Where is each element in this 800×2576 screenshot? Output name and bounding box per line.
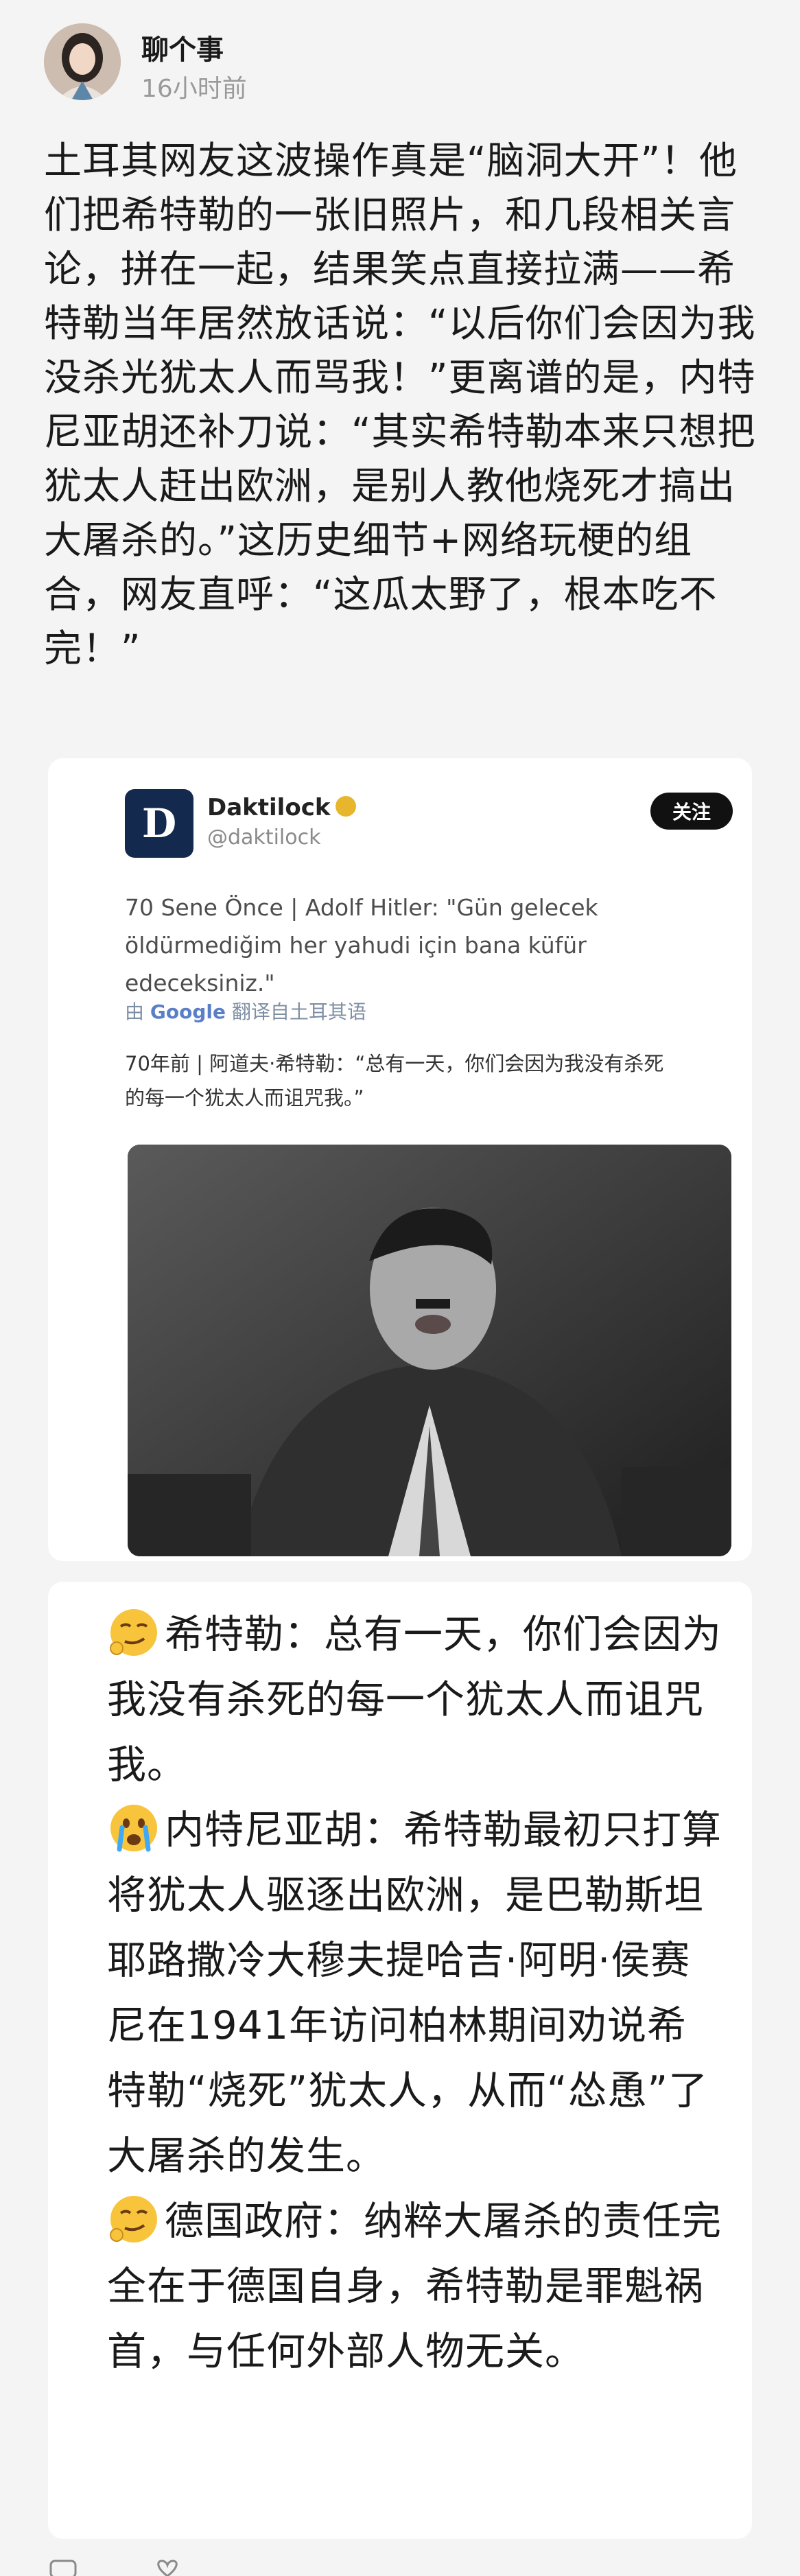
translation-suffix: 翻译自土耳其语	[231, 1000, 366, 1023]
translation-note: 由 Google 翻译自土耳其语	[125, 997, 366, 1024]
post-body: 土耳其网友这波操作真是“脑洞大开”！他 们把希特勒的一张旧照片，和几段相关言 论…	[44, 139, 756, 670]
tweet-account-name: Daktilock	[207, 794, 331, 821]
translation-prefix: 由	[125, 1000, 145, 1023]
google-logo: Google	[150, 1000, 226, 1023]
account-logo-letter: D	[141, 800, 177, 847]
tweet-text: 70 Sene Önce | Adolf Hitler: "Gün gelece…	[125, 894, 598, 996]
verified-badge-icon	[336, 795, 357, 817]
like-icon[interactable]	[154, 2560, 181, 2576]
tweet-account: Daktilock	[207, 794, 357, 821]
follow-button[interactable]: 关注	[650, 793, 733, 830]
post-footer	[44, 2553, 757, 2576]
smirk-emoji-icon	[110, 1609, 157, 1656]
portrait-photo	[128, 1145, 731, 1556]
quote-german-government: 德国政府：纳粹大屠杀的责任完全在于德国自身，希特勒是罪魁祸首，与任何外部人物无关…	[107, 2189, 725, 2385]
account-logo: D	[125, 789, 193, 858]
quote-netanyahu: 内特尼亚胡：希特勒最初只打算将犹太人驱逐出欧洲，是巴勒斯坦耶路撒冷大穆夫提哈吉·…	[107, 1798, 725, 2189]
quote-hitler: 希特勒：总有一天，你们会因为我没有杀死的每一个犹太人而诅咒我。	[107, 1602, 725, 1798]
author-name[interactable]: 聊个事	[141, 27, 224, 67]
quotes-box: 希特勒：总有一天，你们会因为我没有杀死的每一个犹太人而诅咒我。 内特尼亚胡：希特…	[48, 1582, 752, 2539]
comment-icon[interactable]	[49, 2560, 77, 2576]
quote-text: 希特勒：总有一天，你们会因为我没有杀死的每一个犹太人而诅咒我。	[107, 1612, 722, 1788]
crying-emoji-icon	[110, 1805, 157, 1852]
avatar[interactable]	[44, 23, 121, 100]
tweet-translation: 70年前 | 阿道夫·希特勒：“总有一天，你们会因为我没有杀死 的每一个犹太人而…	[125, 1052, 664, 1110]
quote-text: 内特尼亚胡：希特勒最初只打算将犹太人驱逐出欧洲，是巴勒斯坦耶路撒冷大穆夫提哈吉·…	[107, 1807, 722, 2179]
tweet-screenshot[interactable]: D Daktilock @daktilock 关注 70 Sene Önce |…	[48, 758, 752, 1561]
quotes-list: 希特勒：总有一天，你们会因为我没有杀死的每一个犹太人而诅咒我。 内特尼亚胡：希特…	[107, 1602, 725, 2385]
smirk-emoji-icon	[110, 2196, 157, 2243]
post-header: 聊个事 16小时前	[44, 23, 757, 113]
tweet-photo[interactable]	[128, 1145, 731, 1556]
post-time: 16小时前	[141, 75, 247, 103]
avatar-image	[44, 23, 121, 100]
quote-text: 德国政府：纳粹大屠杀的责任完全在于德国自身，希特勒是罪魁祸首，与任何外部人物无关…	[107, 2199, 722, 2374]
tweet-handle: @daktilock	[207, 826, 321, 850]
